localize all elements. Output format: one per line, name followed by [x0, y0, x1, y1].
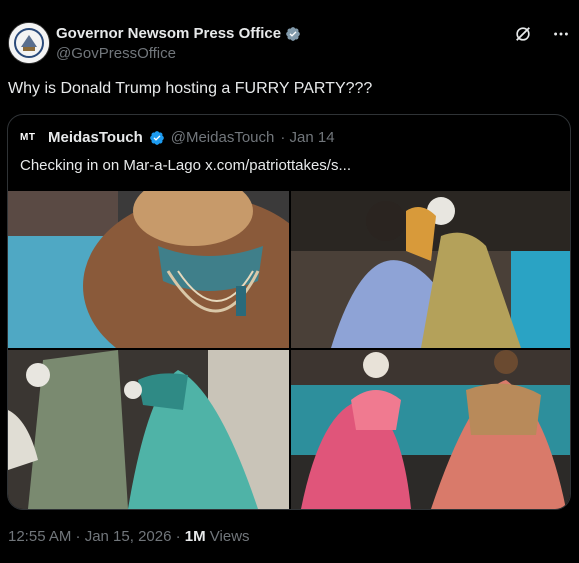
quoted-text: Checking in on Mar-a-Lago x.com/patriott…: [20, 157, 351, 174]
post-timestamp[interactable]: 12:55 AM · Jan 15, 2026: [8, 528, 171, 545]
media-image-3[interactable]: [8, 350, 289, 509]
media-grid: [8, 191, 570, 509]
verified-badge-icon: [149, 130, 164, 145]
meidastouch-logo: MT: [20, 132, 36, 143]
post-text: Why is Donald Trump hosting a FURRY PART…: [8, 80, 373, 97]
verified-badge-icon: [286, 26, 300, 41]
post-header: Governor Newsom Press Office @GovPressOf…: [8, 22, 571, 66]
grok-icon[interactable]: [513, 24, 533, 44]
quoted-handle: @MeidasTouch: [170, 129, 275, 146]
quoted-date: · Jan 14: [280, 129, 335, 146]
media-image-2[interactable]: [291, 191, 570, 348]
post-footer: 12:55 AM · Jan 15, 2026 · 1M Views: [8, 528, 250, 545]
views-count: 1M: [184, 528, 206, 545]
quoted-display-name: MeidasTouch: [48, 129, 143, 146]
footer-separator: ·: [171, 528, 185, 545]
author-handle[interactable]: @GovPressOffice: [56, 45, 301, 62]
quoted-post-header: MT MeidasTouch @MeidasTouch · Jan 14: [20, 129, 335, 146]
media-image-1[interactable]: [8, 191, 289, 348]
author-names: Governor Newsom Press Office @GovPressOf…: [56, 25, 301, 62]
avatar[interactable]: [8, 22, 50, 64]
media-image-4[interactable]: [291, 350, 570, 509]
author-display-name-row[interactable]: Governor Newsom Press Office: [56, 25, 301, 42]
author-display-name[interactable]: Governor Newsom Press Office: [56, 25, 281, 42]
views-label: Views: [205, 528, 250, 545]
more-icon[interactable]: [551, 24, 571, 44]
quoted-post[interactable]: MT MeidasTouch @MeidasTouch · Jan 14 Che…: [7, 114, 571, 510]
avatar-image: [9, 23, 49, 63]
header-actions: [513, 24, 571, 44]
